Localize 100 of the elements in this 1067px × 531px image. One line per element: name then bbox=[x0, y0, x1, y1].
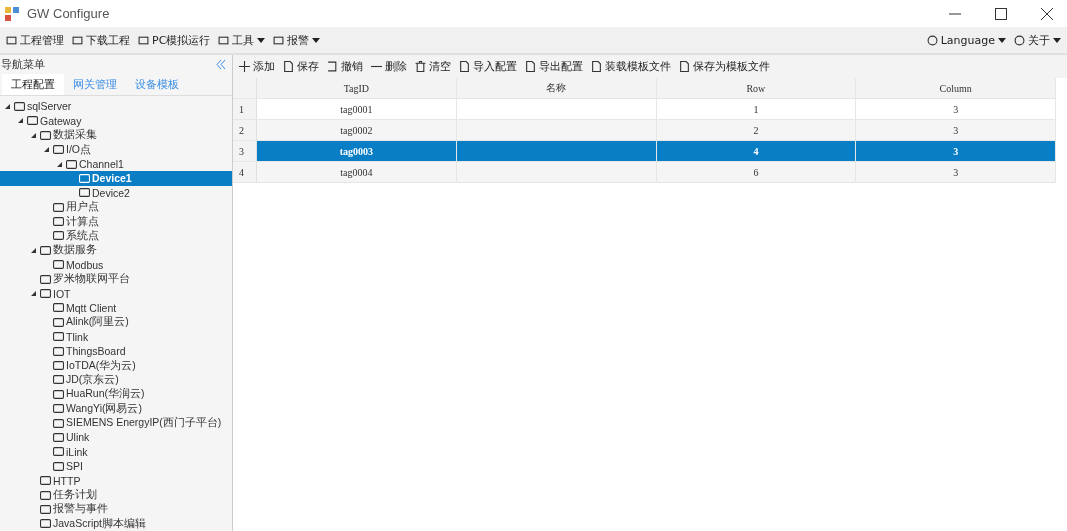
tree-item[interactable]: Modbus bbox=[0, 257, 232, 272]
menu-item[interactable]: PC模拟运行 bbox=[134, 32, 215, 48]
tree-item[interactable]: Tlink bbox=[0, 329, 232, 344]
tree-item[interactable]: 罗米物联网平台 bbox=[0, 271, 232, 287]
doc-icon bbox=[679, 61, 690, 72]
table-cell: tag0002 bbox=[257, 120, 457, 140]
close-icon[interactable] bbox=[1041, 7, 1053, 20]
expander-icon[interactable] bbox=[31, 247, 36, 253]
table-cell: 3 bbox=[856, 162, 1056, 182]
caret-icon bbox=[1053, 37, 1061, 43]
node-icon bbox=[27, 115, 38, 127]
tree-item[interactable]: iLink bbox=[0, 444, 232, 460]
table-cell: 3 bbox=[856, 99, 1056, 119]
column-header[interactable]: Row bbox=[656, 78, 857, 98]
column-header[interactable]: TagID bbox=[257, 78, 457, 98]
toolbar-button[interactable]: 导出配置 bbox=[521, 59, 587, 74]
tree-item[interactable]: IOT bbox=[0, 286, 232, 301]
menu-item[interactable]: 工程管理 bbox=[2, 32, 68, 48]
toolbar-button[interactable]: 装载模板文件 bbox=[587, 59, 675, 74]
tree-item[interactable]: Device1 bbox=[0, 171, 232, 186]
tree-item[interactable]: 计算点 bbox=[0, 214, 232, 229]
column-header[interactable]: 名称 bbox=[456, 78, 657, 98]
maximize-icon[interactable] bbox=[995, 7, 1007, 20]
node-icon bbox=[40, 129, 51, 141]
table-row[interactable]: 3 tag0003 4 3 bbox=[233, 141, 1056, 162]
tree-item[interactable]: HTTP bbox=[0, 473, 232, 488]
table-cell: 2 bbox=[656, 120, 857, 140]
tree-item[interactable]: HuaRun(华润云) bbox=[0, 387, 232, 402]
node-icon bbox=[66, 158, 77, 170]
expander-icon[interactable] bbox=[18, 118, 23, 124]
tree-item[interactable]: 系统点 bbox=[0, 228, 232, 244]
node-icon bbox=[53, 216, 64, 228]
node-icon bbox=[53, 388, 64, 400]
row-number: 1 bbox=[233, 99, 257, 119]
table-cell: tag0001 bbox=[257, 99, 457, 119]
node-icon bbox=[79, 187, 90, 199]
toolbar-button[interactable]: 保存 bbox=[279, 59, 323, 74]
tree-item[interactable]: sqlServer bbox=[0, 99, 232, 114]
app-logo-icon bbox=[5, 6, 19, 21]
tree-item[interactable]: 用户点 bbox=[0, 200, 232, 215]
tree-item[interactable]: 报警与事件 bbox=[0, 502, 232, 517]
tree-item[interactable]: JD(京东云) bbox=[0, 372, 232, 388]
menu-item[interactable]: 报警 bbox=[269, 32, 325, 48]
menu-item[interactable]: 下载工程 bbox=[68, 32, 134, 48]
tree-item[interactable]: I/O点 bbox=[0, 142, 232, 157]
plus-icon bbox=[239, 61, 250, 72]
tree-item[interactable]: Device2 bbox=[0, 185, 232, 200]
menu-item[interactable]: 关于 bbox=[1010, 32, 1065, 48]
tree-item[interactable]: WangYi(网易云) bbox=[0, 401, 232, 416]
toolbar-button[interactable]: 撤销 bbox=[323, 59, 367, 74]
node-icon bbox=[40, 518, 51, 530]
tree-item[interactable]: JavaScript脚本编辑 bbox=[0, 516, 232, 531]
tree-item[interactable]: Channel1 bbox=[0, 156, 232, 172]
tab[interactable]: 工程配置 bbox=[2, 74, 64, 96]
node-icon bbox=[53, 446, 64, 458]
tree-item[interactable]: 数据采集 bbox=[0, 128, 232, 143]
tree-item[interactable]: Mqtt Client bbox=[0, 300, 232, 316]
panel-title: 导航菜单 bbox=[1, 57, 45, 73]
expander-icon[interactable] bbox=[31, 291, 36, 297]
node-icon bbox=[53, 230, 64, 242]
row-number: 4 bbox=[233, 162, 257, 182]
file-icon bbox=[459, 61, 470, 72]
table-row[interactable]: 2 tag0002 2 3 bbox=[233, 120, 1056, 141]
table-cell: 1 bbox=[656, 99, 857, 119]
table-cell: 6 bbox=[656, 162, 857, 182]
menu-item[interactable]: 工具 bbox=[214, 32, 270, 48]
toolbar-button[interactable]: 删除 bbox=[367, 59, 411, 74]
tree-item[interactable]: 数据服务 bbox=[0, 243, 232, 258]
toolbar-button[interactable]: 添加 bbox=[235, 59, 279, 74]
table-cell: 3 bbox=[856, 141, 1056, 161]
toolbar-button[interactable]: 保存为模板文件 bbox=[675, 59, 774, 74]
expander-icon[interactable] bbox=[5, 103, 10, 109]
table-row[interactable]: 4 tag0004 6 3 bbox=[233, 162, 1056, 183]
node-icon bbox=[53, 144, 64, 156]
toolbar-button[interactable]: 导入配置 bbox=[455, 59, 521, 74]
tree-item[interactable]: Gateway bbox=[0, 113, 232, 129]
menu-item[interactable]: Language bbox=[922, 33, 1010, 47]
tree-item[interactable]: Alink(阿里云) bbox=[0, 315, 232, 330]
collapse-icon[interactable] bbox=[216, 60, 226, 70]
node-icon bbox=[40, 244, 51, 256]
tree-item[interactable]: 任务计划 bbox=[0, 487, 232, 503]
tree-item[interactable]: SPI bbox=[0, 459, 232, 474]
toolbar-button[interactable]: 清空 bbox=[411, 59, 455, 74]
window-title: GW Configure bbox=[27, 6, 110, 21]
doc-icon bbox=[591, 61, 602, 72]
tree-item[interactable]: Ulink bbox=[0, 430, 232, 445]
node-icon bbox=[40, 475, 51, 487]
node-icon bbox=[53, 345, 64, 357]
node-icon bbox=[40, 288, 51, 300]
tree-item[interactable]: IoTDA(华为云) bbox=[0, 358, 232, 373]
expander-icon[interactable] bbox=[57, 161, 62, 167]
expander-icon[interactable] bbox=[31, 132, 36, 138]
column-header[interactable]: Column bbox=[856, 78, 1056, 98]
expander-icon[interactable] bbox=[44, 147, 49, 153]
node-icon bbox=[53, 201, 64, 213]
tree-item[interactable]: SIEMENS EnergyIP(西门子平台) bbox=[0, 415, 232, 431]
tree-item[interactable]: ThingsBoard bbox=[0, 343, 232, 359]
node-icon bbox=[53, 460, 64, 472]
table-cell: tag0003 bbox=[257, 141, 457, 161]
table-cell: 3 bbox=[856, 120, 1056, 140]
